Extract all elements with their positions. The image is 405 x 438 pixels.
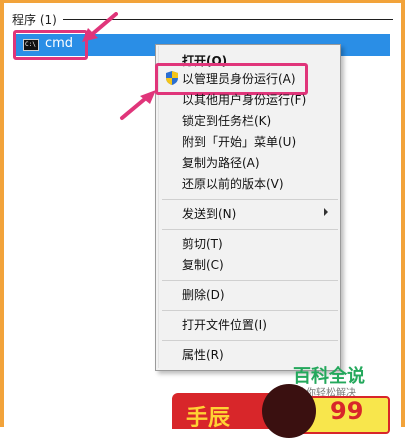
menu-item-restore-versions[interactable]: 还原以前的版本(V) — [182, 175, 284, 193]
menu-item-copy[interactable]: 复制(C) — [182, 256, 224, 274]
menu-separator — [162, 310, 338, 311]
menu-separator — [162, 199, 338, 200]
submenu-arrow-icon — [324, 208, 328, 216]
menu-item-cut[interactable]: 剪切(T) — [182, 235, 223, 253]
menu-separator — [162, 340, 338, 341]
menu-item-pin-taskbar[interactable]: 锁定到任务栏(K) — [182, 112, 271, 130]
menu-item-open-location[interactable]: 打开文件位置(I) — [182, 316, 267, 334]
menu-separator — [162, 280, 338, 281]
menu-item-send-to[interactable]: 发送到(N) — [182, 205, 236, 223]
cmd-callout-box — [13, 30, 88, 60]
programs-section-header: 程序 (1) — [12, 10, 393, 28]
menu-item-run-as-other-user[interactable]: 以其他用户身份运行(F) — [182, 91, 306, 109]
ad-price-number: 99 — [330, 397, 364, 425]
section-title: 程序 (1) — [12, 12, 57, 27]
menu-item-copy-path[interactable]: 复制为路径(A) — [182, 154, 260, 172]
ad-banner-text: 手辰 — [186, 406, 231, 431]
menu-separator — [162, 229, 338, 230]
callout-arrow-icon — [120, 90, 156, 120]
dragon-emblem-icon — [262, 384, 316, 438]
callout-arrow-icon — [82, 12, 118, 42]
menu-item-delete[interactable]: 删除(D) — [182, 286, 225, 304]
menu-item-properties[interactable]: 属性(R) — [182, 346, 224, 364]
menu-item-pin-start[interactable]: 附到「开始」菜单(U) — [182, 133, 296, 151]
